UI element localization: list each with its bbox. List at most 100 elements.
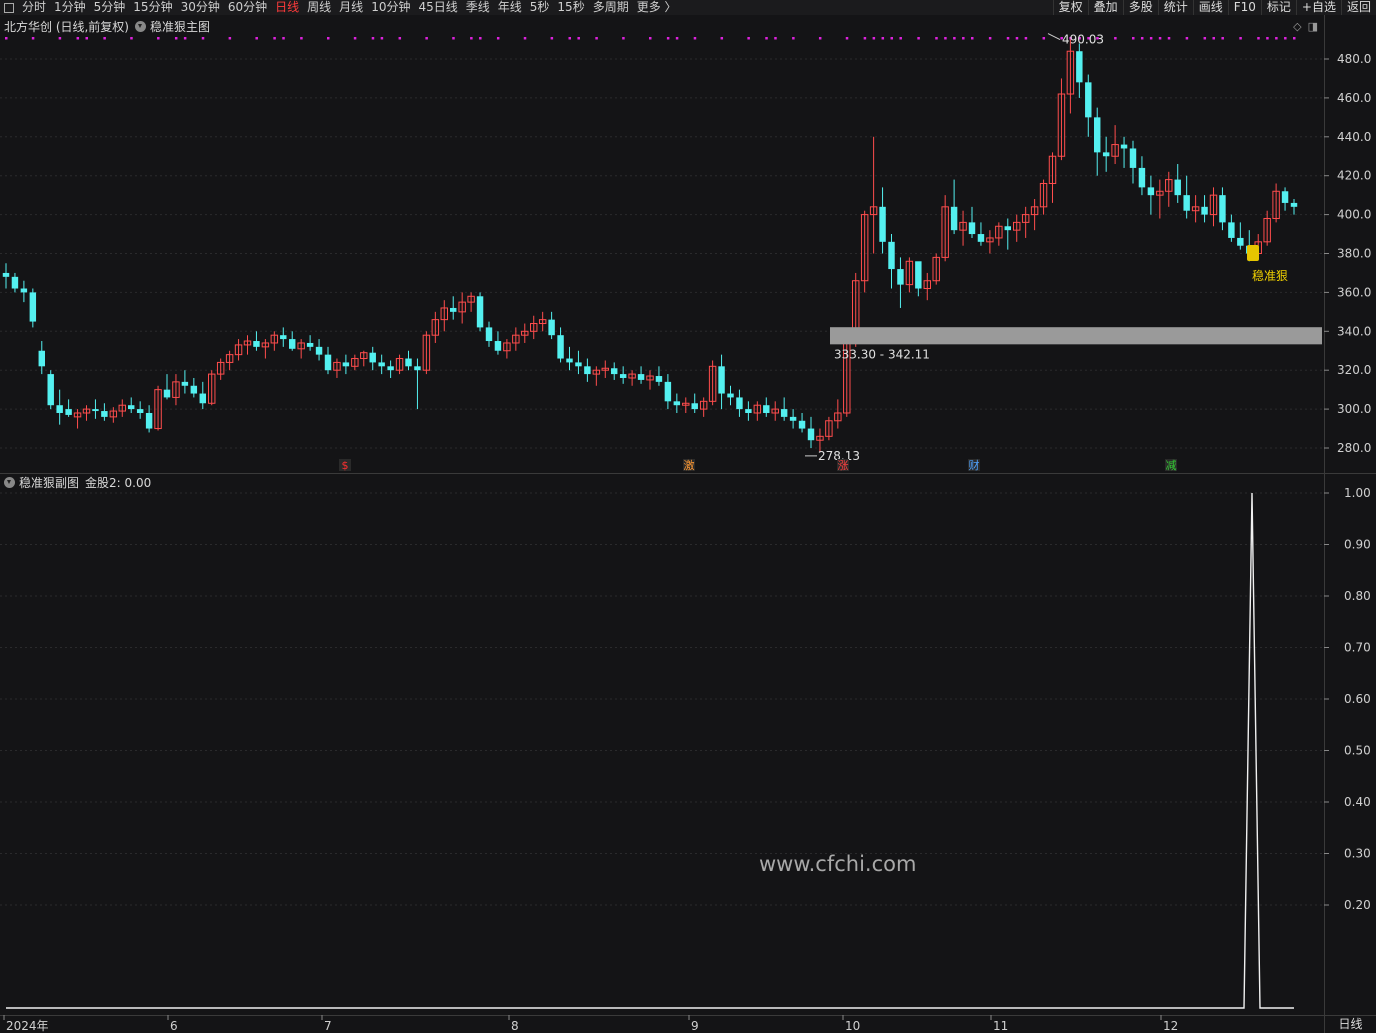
signal-dot — [1284, 37, 1287, 40]
toolbar-button[interactable]: 返回 — [1340, 0, 1376, 15]
period-tab[interactable]: 45日线 — [414, 0, 461, 15]
toolbar-button[interactable]: +自选 — [1295, 0, 1341, 15]
high-price-label: 490.03 — [1062, 33, 1104, 47]
signal-dot — [327, 37, 330, 40]
candle-body — [92, 409, 99, 412]
candle-body — [664, 381, 672, 402]
period-tab[interactable]: 15分钟 — [129, 0, 176, 15]
signal-dot — [174, 37, 178, 40]
signal-dot — [371, 37, 375, 40]
price-tick-label: 440.0 — [1337, 130, 1371, 144]
candle-body — [20, 288, 28, 293]
candle-body — [378, 362, 385, 367]
candle-body — [521, 330, 529, 336]
diamond-icon[interactable]: ◇ — [1293, 20, 1301, 33]
period-tab[interactable]: 周线 — [303, 0, 335, 15]
toolbar-button[interactable]: 画线 — [1192, 0, 1228, 15]
period-tab[interactable]: 15秒 — [553, 0, 588, 15]
dropdown-icon[interactable] — [135, 20, 146, 32]
candle-body — [699, 400, 708, 410]
period-tab[interactable]: 1分钟 — [50, 0, 90, 15]
signal-dot — [353, 37, 357, 40]
candle-body — [1209, 194, 1218, 216]
toolbar-button[interactable]: F10 — [1227, 0, 1261, 15]
candle-body — [869, 206, 878, 216]
sub-tick-label: 0.90 — [1344, 538, 1371, 552]
candle-body — [405, 358, 412, 367]
candle-body — [485, 327, 493, 342]
period-tab[interactable]: 10分钟 — [367, 0, 414, 15]
period-tab[interactable]: 日线 — [271, 0, 303, 15]
toolbar-button[interactable]: 复权 — [1052, 0, 1088, 15]
toolbar-button[interactable]: 统计 — [1157, 0, 1193, 15]
candle-body — [1147, 187, 1155, 196]
candle-body — [422, 334, 431, 371]
signal-dot — [1149, 37, 1153, 40]
stock-title[interactable]: 北方华创 (日线,前复权) — [0, 18, 129, 35]
candle-body — [440, 307, 448, 321]
main-chart[interactable]: 480.0 460.0 440.0 420.0 400.0 380.0 360.0 340.0… — [0, 0, 1376, 1033]
price-tick-label: 460.0 — [1337, 91, 1371, 105]
candle-body — [280, 335, 287, 340]
candle-body — [395, 358, 404, 371]
maximize-icon[interactable]: ◨ — [1308, 20, 1318, 33]
candle-body — [1263, 217, 1271, 243]
period-tab[interactable]: 多周期 — [589, 0, 633, 15]
window-icon[interactable] — [4, 2, 14, 13]
candle-body — [225, 354, 234, 363]
candle-body — [530, 323, 538, 332]
candle-body — [1021, 214, 1030, 223]
candle-body — [181, 381, 189, 386]
candle-body — [333, 361, 341, 371]
candle-body — [118, 404, 126, 412]
sub-chart-header: 稳准狠副图 金股2: 0.00 — [0, 474, 151, 490]
signal-dot — [962, 37, 965, 40]
candle-body — [243, 340, 252, 346]
candle-body — [941, 206, 949, 258]
main-indicator-selector[interactable]: 稳准狠主图 — [135, 18, 210, 35]
period-tab[interactable]: 更多 〉 — [633, 0, 681, 15]
period-tab[interactable]: 月线 — [335, 0, 367, 15]
candle-body — [1129, 148, 1137, 168]
signal-dot — [1203, 37, 1207, 40]
signal-dot — [747, 37, 750, 40]
candle-body — [2, 272, 10, 277]
candle-body — [56, 405, 63, 413]
toolbar-button[interactable]: 叠加 — [1087, 0, 1123, 15]
signal-dot — [1087, 37, 1090, 40]
signal-dot — [5, 37, 8, 40]
candle-body — [503, 342, 511, 352]
signal-dot — [792, 37, 795, 40]
signal-dot — [935, 37, 938, 40]
candle-body — [860, 214, 869, 282]
signal-dot — [1006, 37, 1010, 40]
period-tab[interactable]: 60分钟 — [224, 0, 271, 15]
signal-dot — [872, 37, 876, 40]
candle-body — [1085, 82, 1092, 118]
period-indicator[interactable]: 日线 — [1324, 1015, 1376, 1033]
period-tab[interactable]: 30分钟 — [177, 0, 224, 15]
period-tab[interactable]: 年线 — [494, 0, 526, 15]
candle-body — [136, 409, 144, 413]
candle-body — [199, 393, 206, 404]
high-pointer — [1047, 33, 1061, 40]
candle-body — [673, 401, 681, 406]
candle-body — [843, 342, 851, 414]
period-tab[interactable]: 季线 — [462, 0, 494, 15]
candle-body — [968, 222, 976, 235]
sub-indicator-name[interactable]: 稳准狠副图 — [19, 474, 79, 491]
dropdown-icon[interactable] — [4, 476, 15, 488]
period-tab[interactable]: 分时 — [18, 0, 50, 15]
signal-dot — [1257, 37, 1260, 40]
candle-body — [557, 335, 564, 359]
candle-body — [915, 261, 922, 289]
period-tab[interactable]: 5秒 — [526, 0, 554, 15]
signal-dot — [720, 37, 724, 40]
event-marker-bg — [1165, 459, 1177, 471]
toolbar-button[interactable]: 多股 — [1122, 0, 1158, 15]
candle-body — [1030, 206, 1039, 216]
price-tick-label: 300.0 — [1337, 402, 1371, 416]
signal-dot — [1239, 37, 1242, 40]
period-tab[interactable]: 5分钟 — [90, 0, 130, 15]
toolbar-button[interactable]: 标记 — [1260, 0, 1296, 15]
